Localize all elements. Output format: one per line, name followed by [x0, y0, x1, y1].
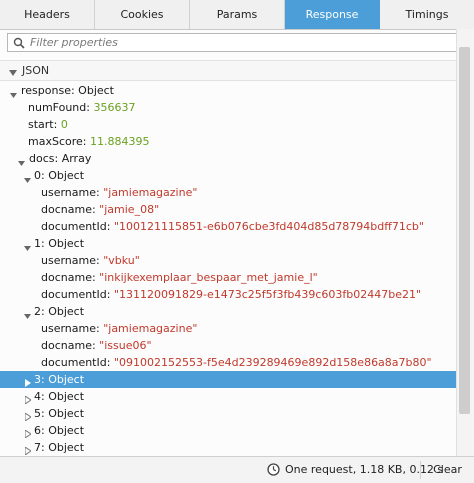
tree-type: Object [48, 407, 85, 420]
tab-timings[interactable]: Timings [380, 0, 474, 29]
clock-icon [267, 463, 280, 479]
tree-row-documentid[interactable]: documentId: "100121115851-e6b076cbe3fd40… [0, 218, 456, 235]
section-label: JSON [22, 64, 50, 77]
tab-response[interactable]: Response [285, 0, 380, 29]
tab-params[interactable]: Params [190, 0, 285, 29]
tree-row-documentid[interactable]: documentId: "131120091829-e1473c25f5f3fb… [0, 286, 456, 303]
tree-key: docname [41, 339, 92, 352]
tab-bar: Headers Cookies Params Response Timings [0, 0, 474, 30]
tree-type: Object [48, 169, 85, 182]
filter-box [7, 33, 460, 52]
tree-key: documentId [41, 220, 107, 233]
tree-key: 1 [34, 237, 41, 250]
tree-value: "vbku" [103, 254, 140, 267]
tree-key: docs [29, 152, 55, 165]
tree-row-docname[interactable]: docname: "issue06" [0, 337, 456, 354]
tree-row-item-2[interactable]: 2: Object [0, 303, 456, 320]
tree-key: maxScore [28, 135, 83, 148]
tree-row-docname[interactable]: docname: "inkijkexemplaar_bespaar_met_ja… [0, 269, 456, 286]
tab-cookies[interactable]: Cookies [95, 0, 190, 29]
tree-key: documentId [41, 356, 107, 369]
tree-value: "091002152553-f5e4d239289469e892d158e86a… [113, 356, 432, 369]
tab-headers[interactable]: Headers [0, 0, 95, 29]
tree-type: Object [48, 373, 85, 386]
tree-type: Object [48, 424, 85, 437]
tree-key: docname [41, 203, 92, 216]
tree-value: "jamiemagazine" [103, 322, 198, 335]
tree-value: "issue06" [99, 339, 152, 352]
tree-key: 0 [34, 169, 41, 182]
tree-row-numfound[interactable]: numFound: 356637 [0, 99, 456, 116]
tree-row-item-0[interactable]: 0: Object [0, 167, 456, 184]
clear-button[interactable]: Clear [421, 457, 474, 483]
json-section-header[interactable]: JSON [0, 60, 456, 81]
tree-key: 6 [34, 424, 41, 437]
tree-key: numFound [28, 101, 87, 114]
tree-row-response[interactable]: response: Object [0, 82, 456, 99]
tree-value: "jamiemagazine" [103, 186, 198, 199]
scrollbar-thumb[interactable] [459, 47, 470, 414]
tree-key: username [41, 254, 96, 267]
tree-type: Array [61, 152, 92, 165]
tree-type: Object [78, 84, 114, 97]
tree-row-item-3[interactable]: 3: Object [0, 371, 456, 388]
tree-key: username [41, 186, 96, 199]
tree-row-start[interactable]: start: 0 [0, 116, 456, 133]
tree-row-item-4[interactable]: 4: Object [0, 388, 456, 405]
tree-row-item-7[interactable]: 7: Object [0, 439, 456, 456]
tree-value: "100121115851-e6b076cbe3fd404d85d78794bd… [113, 220, 424, 233]
tree-type: Object [48, 305, 85, 318]
tree-key: 3 [34, 373, 41, 386]
tree-row-docname[interactable]: docname: "jamie_08" [0, 201, 456, 218]
status-bar: One request, 1.18 KB, 0.12 s Clear [0, 456, 474, 483]
tree-row-username[interactable]: username: "vbku" [0, 252, 456, 269]
expanded-twisty-icon [9, 67, 17, 80]
search-icon [13, 37, 25, 52]
tree-key: 5 [34, 407, 41, 420]
tree-value: "inkijkexemplaar_bespaar_met_jamie_l" [99, 271, 318, 284]
tree-row-docs[interactable]: docs: Array [0, 150, 456, 167]
tree-key: 4 [34, 390, 41, 403]
json-tree: response: Object numFound: 356637 start:… [0, 81, 456, 456]
tree-key: 7 [34, 441, 41, 454]
tree-value: 356637 [93, 101, 136, 114]
tree-row-item-5[interactable]: 5: Object [0, 405, 456, 422]
tree-type: Object [48, 441, 85, 454]
tree-row-username[interactable]: username: "jamiemagazine" [0, 320, 456, 337]
tree-key: docname [41, 271, 92, 284]
tree-key: 2 [34, 305, 41, 318]
tree-value: 0 [60, 118, 68, 131]
collapsed-twisty-icon [24, 443, 32, 456]
tree-key: response [21, 84, 71, 97]
filter-input[interactable] [30, 35, 450, 50]
tree-row-documentid[interactable]: documentId: "091002152553-f5e4d239289469… [0, 354, 456, 371]
tree-value: "jamie_08" [99, 203, 160, 216]
tree-row-maxscore[interactable]: maxScore: 11.884395 [0, 133, 456, 150]
tree-row-item-1[interactable]: 1: Object [0, 235, 456, 252]
tree-key: username [41, 322, 96, 335]
tree-type: Object [48, 390, 85, 403]
tree-value: "131120091829-e1473c25f5f3fb439c603fb024… [113, 288, 422, 301]
tree-row-username[interactable]: username: "jamiemagazine" [0, 184, 456, 201]
tree-row-item-6[interactable]: 6: Object [0, 422, 456, 439]
tree-type: Object [48, 237, 85, 250]
tree-value: 11.884395 [89, 135, 150, 148]
tree-key: documentId [41, 288, 107, 301]
tree-key: start [28, 118, 54, 131]
